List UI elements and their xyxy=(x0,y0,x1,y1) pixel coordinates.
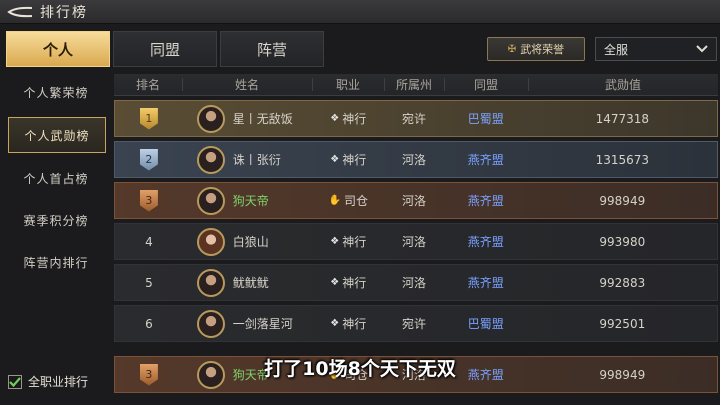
job-cell: ❖ 神行 xyxy=(312,306,384,341)
title-bar: 排行榜 xyxy=(0,0,720,24)
merit-value: 992883 xyxy=(599,275,646,290)
tab-faction[interactable]: 阵营 xyxy=(220,31,324,67)
bird-icon: ❖ xyxy=(330,277,340,288)
sidebar-item-prosperity[interactable]: 个人繁荣榜 xyxy=(0,71,112,113)
alliance-link[interactable]: 巴蜀盟 xyxy=(444,101,528,136)
header-rank: 排名 xyxy=(135,78,160,92)
sidebar-item-first-capture[interactable]: 个人首占榜 xyxy=(0,157,112,199)
state-cell: 河洛 xyxy=(402,194,427,208)
bird-icon: ❖ xyxy=(330,113,340,124)
player-name: 诛丨张衍 xyxy=(232,153,281,167)
table-row[interactable]: 1 星丨无敌饭 ❖ 神行 宛许 巴蜀盟 1477318 xyxy=(114,100,718,137)
rank-tabs: 个人 同盟 阵营 xyxy=(6,31,327,67)
alliance-link[interactable]: 燕齐盟 xyxy=(444,224,528,259)
alliance-link[interactable]: 燕齐盟 xyxy=(444,265,528,300)
general-honor-button[interactable]: ✠ 武将荣誉 xyxy=(487,37,585,61)
job-cell: ❖ 神行 xyxy=(312,101,384,136)
job-label: 神行 xyxy=(342,235,367,249)
table-row[interactable]: 3 狗天帝 ✋ 司仓 河洛 燕齐盟 998949 xyxy=(114,182,718,219)
job-cell: ❖ 神行 xyxy=(312,142,384,177)
ranking-table: 排名 姓名 职业 所属州 同盟 武勋值 1 星丨无敌饭 ❖ 神行 宛许 巴蜀盟 … xyxy=(114,74,718,393)
header-name: 姓名 xyxy=(182,74,312,95)
player-name: 鱿鱿鱿 xyxy=(232,276,269,290)
header-merit: 武勋值 xyxy=(528,74,718,95)
avatar[interactable] xyxy=(196,268,225,297)
table-row[interactable]: 4 白狼山 ❖ 神行 河洛 燕齐盟 993980 xyxy=(114,223,718,260)
merit-value: 992501 xyxy=(599,316,646,331)
page-title: 排行榜 xyxy=(40,4,88,21)
video-subtitle: 打了10场8个天下无双 xyxy=(264,358,456,380)
header-state: 所属州 xyxy=(384,74,444,95)
back-arrow-icon[interactable] xyxy=(0,0,40,24)
job-label: 神行 xyxy=(342,276,367,290)
name-cell: 一剑落星河 xyxy=(183,306,313,341)
name-cell: 诛丨张衍 xyxy=(183,142,313,177)
rank-cell: 1 xyxy=(115,101,183,136)
avatar[interactable] xyxy=(196,227,225,256)
bronze-medal-icon: 3 xyxy=(139,189,158,212)
job-cell: ❖ 神行 xyxy=(312,224,384,259)
bird-icon: ❖ xyxy=(330,154,340,165)
header-alliance: 同盟 xyxy=(444,74,528,95)
job-cell: ❖ 神行 xyxy=(312,265,384,300)
rank-cell: 5 xyxy=(145,275,153,290)
silver-medal-icon: 2 xyxy=(139,148,158,171)
merit-value: 993980 xyxy=(599,234,646,249)
chevron-down-icon xyxy=(696,45,708,53)
tab-personal[interactable]: 个人 xyxy=(6,31,110,67)
table-row[interactable]: 5 鱿鱿鱿 ❖ 神行 河洛 燕齐盟 992883 xyxy=(114,264,718,301)
name-cell: 鱿鱿鱿 xyxy=(183,265,313,300)
table-header: 排名 姓名 职业 所属州 同盟 武勋值 xyxy=(114,74,718,96)
job-label: 神行 xyxy=(342,112,367,126)
sidebar-item-faction-rank[interactable]: 阵营内排行 xyxy=(0,241,112,283)
state-cell: 宛许 xyxy=(402,317,427,331)
merit-value: 998949 xyxy=(599,193,646,208)
alliance-link[interactable]: 燕齐盟 xyxy=(444,183,528,218)
server-select-value: 全服 xyxy=(604,42,629,57)
tab-alliance[interactable]: 同盟 xyxy=(113,31,217,67)
sidebar-item-merit[interactable]: 个人武勋榜 xyxy=(8,117,106,153)
player-name: 星丨无敌饭 xyxy=(232,112,293,126)
hand-icon: ✋ xyxy=(328,195,341,206)
rank-cell: 6 xyxy=(145,316,153,331)
name-cell: 白狼山 xyxy=(183,224,313,259)
player-name: 狗天帝 xyxy=(232,194,269,208)
alliance-link[interactable]: 燕齐盟 xyxy=(444,142,528,177)
table-row[interactable]: 2 诛丨张衍 ❖ 神行 河洛 燕齐盟 1315673 xyxy=(114,141,718,178)
player-name: 白狼山 xyxy=(232,235,269,249)
state-cell: 河洛 xyxy=(402,153,427,167)
merit-value: 1477318 xyxy=(595,111,650,126)
state-cell: 宛许 xyxy=(402,112,427,126)
name-cell: 星丨无敌饭 xyxy=(183,101,313,136)
honor-icon: ✠ xyxy=(507,43,517,55)
avatar[interactable] xyxy=(196,104,225,133)
avatar[interactable] xyxy=(196,186,225,215)
sidebar-item-season-points[interactable]: 赛季积分榜 xyxy=(0,199,112,241)
job-label: 司仓 xyxy=(343,194,368,208)
player-name: 一剑落星河 xyxy=(232,317,293,331)
avatar[interactable] xyxy=(196,145,225,174)
state-cell: 河洛 xyxy=(402,276,427,290)
bird-icon: ❖ xyxy=(330,318,340,329)
state-cell: 河洛 xyxy=(402,235,427,249)
header-job: 职业 xyxy=(312,74,384,95)
bird-icon: ❖ xyxy=(330,236,340,247)
rank-cell: 3 xyxy=(115,183,183,218)
job-label: 神行 xyxy=(342,153,367,167)
name-cell: 狗天帝 xyxy=(183,183,313,218)
sidebar: 个人繁荣榜 个人武勋榜 个人首占榜 赛季积分榜 阵营内排行 xyxy=(0,71,112,283)
job-cell: ✋ 司仓 xyxy=(312,183,384,218)
table-row[interactable]: 6 一剑落星河 ❖ 神行 宛许 巴蜀盟 992501 xyxy=(114,305,718,342)
server-select[interactable]: 全服 xyxy=(595,37,717,61)
rank-cell: 4 xyxy=(145,234,153,249)
general-honor-label: 武将荣誉 xyxy=(520,43,565,56)
job-label: 神行 xyxy=(342,317,367,331)
avatar[interactable] xyxy=(196,309,225,338)
alliance-link[interactable]: 巴蜀盟 xyxy=(444,306,528,341)
merit-value: 1315673 xyxy=(595,152,650,167)
rank-cell: 2 xyxy=(115,142,183,177)
gold-medal-icon: 1 xyxy=(139,107,158,130)
